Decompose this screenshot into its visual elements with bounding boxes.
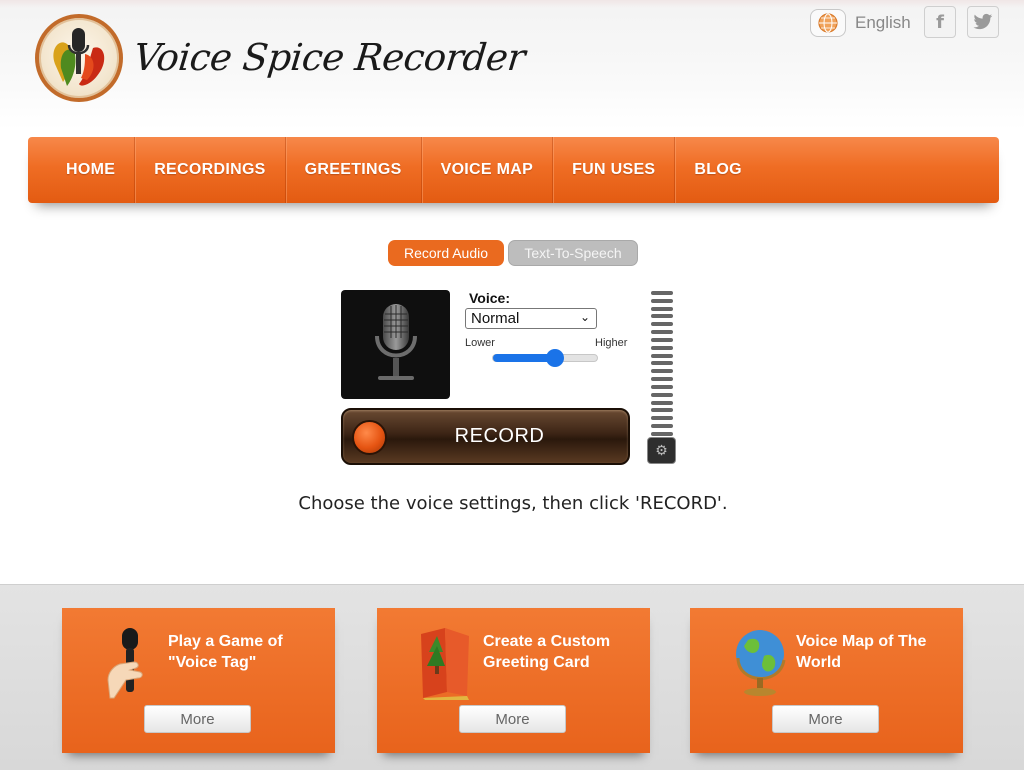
tab-record-audio[interactable]: Record Audio: [388, 240, 504, 266]
language-selector[interactable]: English: [810, 6, 911, 40]
nav-item-fun-uses[interactable]: FUN USES: [553, 137, 676, 203]
volume-meter-segment: [651, 416, 673, 421]
language-globe-icon: [810, 9, 846, 37]
volume-meter-segment: [651, 392, 673, 397]
microphone-icon: [374, 303, 417, 380]
nav-item-recordings[interactable]: RECORDINGS: [135, 137, 286, 203]
twitter-icon[interactable]: [967, 6, 999, 38]
card-voice-tag[interactable]: Play a Game of "Voice Tag" More: [62, 608, 335, 753]
meter-settings-gear-icon[interactable]: ⚙: [647, 437, 676, 464]
volume-meter-segment: [651, 431, 673, 436]
volume-meter-segment: [651, 369, 673, 374]
card-voice-tag-more-button[interactable]: More: [144, 705, 251, 733]
volume-meter-segment: [651, 345, 673, 350]
record-instruction: Choose the voice settings, then click 'R…: [298, 493, 728, 514]
volume-meter-segment: [651, 337, 673, 342]
pitch-slider-thumb[interactable]: [546, 349, 565, 367]
chevron-down-icon: ⌄: [579, 310, 590, 324]
card-greeting-card-more-button[interactable]: More: [459, 705, 566, 733]
voice-label: Voice:: [469, 290, 510, 306]
logo-badge[interactable]: [35, 14, 123, 102]
volume-meter-segment: [651, 408, 673, 413]
language-label: English: [855, 13, 911, 32]
volume-meter-segment: [651, 424, 673, 429]
pitch-lower-label: Lower: [465, 337, 495, 349]
card-voice-map[interactable]: Voice Map of The World More: [690, 608, 963, 753]
card-voice-map-title: Voice Map of The World: [796, 633, 927, 671]
greeting-card-icon: [421, 628, 469, 700]
volume-meter-segment: [651, 377, 673, 382]
card-voice-map-more-button[interactable]: More: [772, 705, 879, 733]
volume-meter-segment: [651, 306, 673, 311]
main-nav: HOME RECORDINGS GREETINGS VOICE MAP FUN …: [28, 137, 999, 203]
nav-item-home[interactable]: HOME: [28, 137, 136, 203]
hand-microphone-icon: [107, 628, 143, 699]
card-greeting-card[interactable]: Create a Custom Greeting Card More: [377, 608, 650, 753]
nav-item-greetings[interactable]: GREETINGS: [286, 137, 422, 203]
volume-meter-segment: [651, 361, 673, 366]
volume-meter: [651, 291, 673, 436]
voice-select-value: Normal: [471, 310, 520, 327]
volume-meter-segment: [651, 291, 673, 295]
pitch-higher-label: Higher: [595, 337, 628, 349]
card-greeting-card-title: Create a Custom Greeting Card: [483, 633, 611, 671]
nav-item-blog[interactable]: BLOG: [675, 137, 760, 203]
pitch-slider[interactable]: [492, 349, 598, 367]
volume-meter-segment: [651, 400, 673, 405]
record-button[interactable]: RECORD: [341, 408, 630, 465]
volume-meter-segment: [651, 322, 673, 327]
microphone-display: [341, 290, 450, 399]
twitter-bird-glyph: [973, 13, 993, 30]
record-button-label: RECORD: [454, 425, 545, 447]
volume-meter-segment: [651, 314, 673, 319]
volume-meter-segment: [651, 353, 673, 358]
site-logo-title[interactable]: Voice Spice Recorder: [132, 36, 527, 79]
tab-text-to-speech[interactable]: Text-To-Speech: [508, 240, 638, 266]
facebook-glyph: f: [936, 11, 944, 33]
volume-meter-segment: [651, 298, 673, 303]
volume-meter-segment: [651, 330, 673, 335]
facebook-icon[interactable]: f: [924, 6, 956, 38]
voice-select[interactable]: Normal ⌄: [465, 308, 597, 329]
volume-meter-segment: [651, 384, 673, 389]
globe-icon: [736, 630, 786, 696]
site-header: Voice Spice Recorder English f: [0, 0, 1024, 130]
chili-microphone-icon: [53, 28, 105, 86]
card-voice-tag-title: Play a Game of "Voice Tag": [168, 633, 283, 671]
nav-item-voice-map[interactable]: VOICE MAP: [422, 137, 554, 203]
